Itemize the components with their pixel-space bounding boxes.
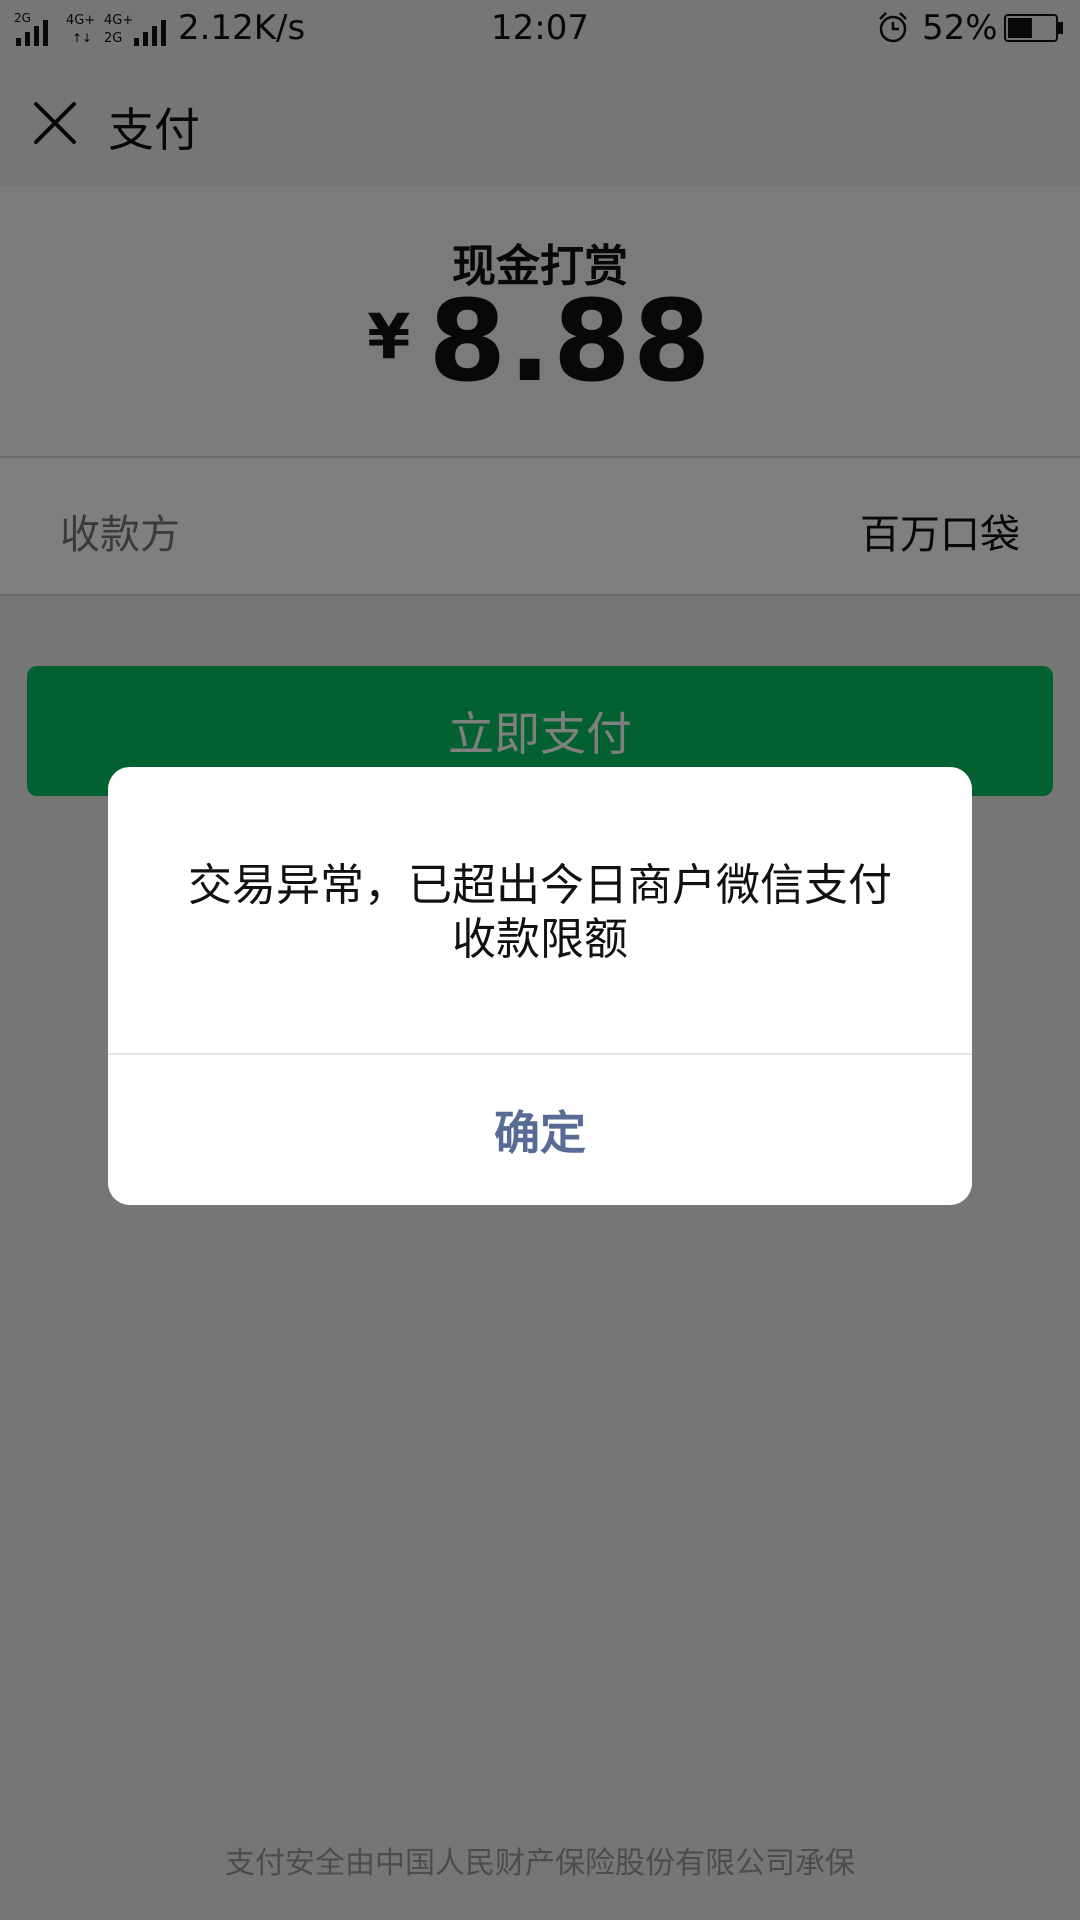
alert-dialog: 交易异常，已超出今日商户微信支付收款限额 确定: [108, 767, 972, 1205]
confirm-button[interactable]: 确定: [108, 1055, 972, 1205]
dialog-message: 交易异常，已超出今日商户微信支付收款限额: [188, 860, 892, 965]
